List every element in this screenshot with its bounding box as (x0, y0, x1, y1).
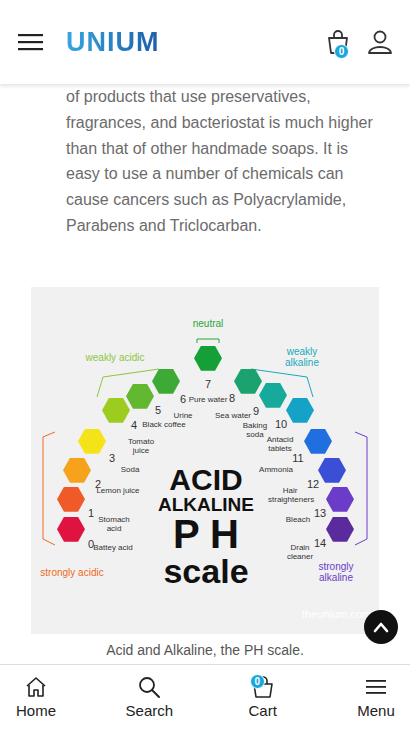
title-line: ALKALINE (158, 495, 254, 514)
ph-scale-chart: neutral weakly acidic weakly alkaline stron… (31, 287, 379, 634)
ph-example: Drain cleaner (278, 543, 322, 561)
nav-label: Search (126, 702, 174, 719)
user-icon[interactable] (367, 29, 393, 55)
ph-hexagon (126, 384, 154, 409)
menu-icon (364, 675, 388, 699)
nav-label: Home (16, 702, 56, 719)
scale-group-label: weakly acidic (83, 351, 147, 362)
header: UNIUM 0 (0, 0, 410, 84)
ph-value: 12 (307, 478, 319, 490)
ph-value: 10 (275, 418, 287, 430)
ph-example: Soda (108, 465, 152, 474)
ph-hexagon (326, 487, 354, 512)
ph-hexagon (102, 398, 130, 423)
ph-value: 8 (229, 392, 235, 404)
ph-value: 6 (180, 393, 186, 405)
ph-hexagon (234, 369, 262, 394)
scale-group-label: weakly alkaline (270, 346, 334, 368)
watermark: theunium.com (302, 608, 371, 620)
logo[interactable]: UNIUM (66, 25, 160, 60)
content: of products that use preservatives, frag… (0, 84, 410, 664)
ph-value: 3 (109, 452, 115, 464)
nav-item[interactable]: Search (125, 665, 173, 729)
account-button[interactable] (366, 28, 394, 56)
ph-hexagon (318, 458, 346, 483)
title-line: P H (173, 514, 239, 554)
ph-hexagon (286, 398, 314, 423)
nav-label: Cart (248, 702, 276, 719)
ph-value: 4 (131, 419, 137, 431)
hamburger-icon[interactable] (18, 32, 44, 52)
ph-example: Lemon juice (96, 486, 140, 495)
ph-hexagon (304, 429, 332, 454)
ph-figure: neutral weakly acidic weakly alkaline stron… (31, 287, 379, 664)
nav-item[interactable]: Menu (352, 665, 400, 729)
nav-item[interactable]: 0 Cart (239, 665, 287, 729)
scale-group-label: strongly alkaline (304, 561, 368, 583)
nav-cart-badge: 0 (250, 674, 265, 689)
ph-example: Antacid tablets (258, 435, 302, 453)
header-left: UNIUM (18, 25, 160, 60)
ph-value: 7 (205, 378, 211, 390)
ph-example: Battey acid (91, 543, 135, 552)
ph-example: Stomach acid (92, 515, 136, 533)
ph-example: Tomato juice (119, 437, 163, 455)
nav-label: Menu (357, 702, 395, 719)
ph-hexagon (194, 346, 222, 371)
title-line: ACID (169, 465, 242, 495)
ph-value: 13 (314, 507, 326, 519)
ph-value: 11 (292, 452, 303, 464)
search-icon (137, 675, 161, 699)
scale-group-label: strongly acidic (40, 566, 104, 577)
ph-hexagon (78, 429, 106, 454)
ph-value: 9 (253, 405, 259, 417)
ph-example: Pure water (186, 395, 230, 404)
home-icon (24, 675, 48, 699)
ph-example: Ammonia (254, 465, 298, 474)
header-right: 0 (324, 28, 394, 56)
ph-value: 14 (314, 537, 326, 549)
scroll-top-button[interactable] (364, 610, 398, 644)
ph-value: 1 (88, 507, 94, 519)
ph-example: Black coffee (142, 420, 186, 429)
chevron-up-icon (373, 621, 389, 633)
article-text: of products that use preservatives, frag… (0, 84, 410, 239)
ph-hexagon (259, 383, 287, 408)
ph-example: Urine (161, 411, 205, 420)
ph-value: 0 (88, 538, 94, 550)
cart-badge: 0 (334, 44, 349, 59)
ph-hexagon (63, 458, 91, 483)
ph-example: Bleach (276, 515, 320, 524)
ph-value: 5 (155, 404, 161, 416)
ph-hexagon (326, 517, 354, 542)
ph-example: Hair straighteners (268, 486, 312, 504)
scale-group-label: neutral (176, 317, 240, 328)
ph-example: Sea water (211, 411, 255, 420)
nav-item[interactable]: Home (12, 665, 60, 729)
cart-button[interactable]: 0 (324, 28, 352, 56)
bottom-nav: Home Search 0 Cart Menu (0, 664, 410, 729)
title-line: scale (163, 554, 248, 588)
ph-hexagon (152, 369, 180, 394)
ph-hexagon (57, 517, 85, 542)
figure-caption: Acid and Alkaline, the PH scale. (0, 634, 410, 664)
scale-title: ACIDALKALINEP Hscale (151, 465, 261, 588)
ph-hexagon (57, 487, 85, 512)
